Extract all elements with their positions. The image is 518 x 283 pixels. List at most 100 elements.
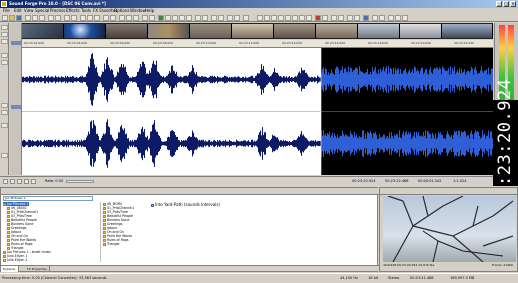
left-tool-column	[0, 23, 9, 175]
plugin-chain-icon[interactable]	[195, 15, 201, 21]
play-icon[interactable]	[271, 15, 277, 21]
rewind-icon[interactable]	[264, 15, 270, 21]
snap-icon[interactable]	[331, 15, 337, 21]
video-frame	[106, 24, 148, 38]
video-frame	[442, 24, 493, 38]
track-options-icon[interactable]	[1, 153, 8, 158]
channel-mute-icon[interactable]	[1, 123, 8, 128]
edit-tool-icon[interactable]	[80, 15, 86, 21]
waveform-view[interactable]	[22, 48, 493, 175]
fast-forward-icon[interactable]	[299, 15, 305, 21]
video-frame	[148, 24, 190, 38]
region-icon[interactable]	[110, 15, 116, 21]
preview-info: 404x228 00:23:20.924 29.970 fps	[383, 263, 435, 267]
burn-icon[interactable]	[218, 15, 224, 21]
level-zoom-in-icon[interactable]	[1, 53, 8, 58]
zoom-in-icon[interactable]	[347, 15, 353, 21]
video-frame	[400, 24, 442, 38]
grid-icon[interactable]	[372, 15, 378, 21]
pause-icon[interactable]	[285, 15, 291, 21]
loop-icon[interactable]	[322, 15, 328, 21]
zoom-out-icon[interactable]	[354, 15, 360, 21]
file-list-secondary: Into Yard-Path (sounds Intervals)	[151, 202, 231, 262]
paste-icon[interactable]	[39, 15, 45, 21]
maximize-button[interactable]: □	[503, 1, 509, 7]
time-display: 00:23:20.924	[493, 79, 518, 207]
zoom-ratio[interactable]: 1:1,024	[453, 179, 466, 184]
video-icon[interactable]	[234, 15, 240, 21]
track-list-icon[interactable]	[388, 15, 394, 21]
status-size: 169,997.0 MB	[450, 276, 475, 280]
magnify-tool-icon[interactable]	[87, 15, 93, 21]
scrub-icon[interactable]	[338, 15, 344, 21]
zoom-normal-icon[interactable]	[363, 15, 369, 21]
drag-tool-icon[interactable]	[1, 25, 8, 30]
redo-icon[interactable]	[55, 15, 61, 21]
rate-slider[interactable]	[66, 180, 94, 183]
fade-out-icon[interactable]	[133, 15, 139, 21]
status-length: 00:23:41.488	[410, 276, 434, 280]
pencil-tool-icon[interactable]	[94, 15, 100, 21]
script-icon[interactable]	[227, 15, 233, 21]
eq-icon[interactable]	[165, 15, 171, 21]
cut-icon[interactable]	[25, 15, 31, 21]
stop-icon[interactable]	[17, 179, 22, 184]
open-folder-icon[interactable]	[9, 15, 15, 21]
delay-icon[interactable]	[186, 15, 192, 21]
cd-icon[interactable]	[211, 15, 217, 21]
chorus-icon[interactable]	[179, 15, 185, 21]
insert-silence-icon[interactable]	[149, 15, 155, 21]
file-item[interactable]: Triangle	[103, 242, 120, 246]
preview-frame: Frame: 41969	[492, 263, 513, 267]
timeline-ruler[interactable]: 00:23:02.000 00:23:04.000 00:23:06.000 0…	[22, 40, 493, 48]
waveform-canvas[interactable]	[22, 48, 493, 175]
record-icon[interactable]	[315, 15, 321, 21]
stop-icon[interactable]	[292, 15, 298, 21]
loop-toggle-icon[interactable]	[3, 179, 8, 184]
selection-end[interactable]: 00:23:22.466	[385, 179, 409, 184]
marker-icon[interactable]	[103, 15, 109, 21]
reverb-icon[interactable]	[172, 15, 178, 21]
status-bar: Processing time: 0.00 (Channel Converter…	[0, 273, 518, 283]
app-icon	[1, 1, 7, 7]
tree-item[interactable]: Julia Ellyen 2	[3, 258, 27, 262]
undo-icon[interactable]	[48, 15, 54, 21]
go-end-icon[interactable]	[306, 15, 312, 21]
envelope-tool-icon[interactable]	[1, 32, 8, 37]
go-end-icon[interactable]	[31, 179, 36, 184]
ruler-tick-label: 00:23:14.000	[282, 41, 303, 45]
channel-solo-icon[interactable]	[1, 110, 8, 115]
channel-1-header[interactable]	[11, 41, 21, 45]
fade-in-icon[interactable]	[126, 15, 132, 21]
go-start-icon[interactable]	[24, 179, 29, 184]
level-zoom-out-icon[interactable]	[1, 60, 8, 65]
mix-icon[interactable]	[71, 15, 77, 21]
normalize-icon[interactable]	[119, 15, 125, 21]
tab-fx-properties[interactable]: FX Properties	[25, 266, 50, 272]
copy-icon[interactable]	[32, 15, 38, 21]
selection-length[interactable]: 00:00:01.542	[418, 179, 442, 184]
trim-icon[interactable]	[64, 15, 70, 21]
metronome-icon[interactable]	[379, 15, 385, 21]
go-start-icon[interactable]	[257, 15, 263, 21]
video-strip[interactable]	[22, 23, 493, 39]
file-item[interactable]: Into Yard-Path (sounds Intervals)	[151, 202, 231, 207]
pencil-icon[interactable]	[1, 39, 8, 44]
channel-2-header[interactable]	[11, 105, 21, 109]
spectrum-icon[interactable]	[158, 15, 164, 21]
save-icon[interactable]	[16, 15, 22, 21]
batch-icon[interactable]	[202, 15, 208, 21]
help-icon[interactable]	[402, 15, 408, 21]
play-icon[interactable]	[10, 179, 15, 184]
tab-explorer[interactable]: Explorer	[1, 266, 19, 272]
minimize-button[interactable]: _	[496, 1, 502, 7]
reverse-icon[interactable]	[142, 15, 148, 21]
play-all-icon[interactable]	[278, 15, 284, 21]
channel-lock-icon[interactable]	[1, 103, 8, 108]
close-button[interactable]: ×	[510, 1, 516, 7]
properties-icon[interactable]	[243, 15, 249, 21]
window-icon[interactable]	[395, 15, 401, 21]
selection-start[interactable]: 00:23:20.924	[352, 179, 376, 184]
new-file-icon[interactable]	[2, 15, 8, 21]
explorer-path-field[interactable]: Juo Pictures 1	[3, 196, 93, 201]
